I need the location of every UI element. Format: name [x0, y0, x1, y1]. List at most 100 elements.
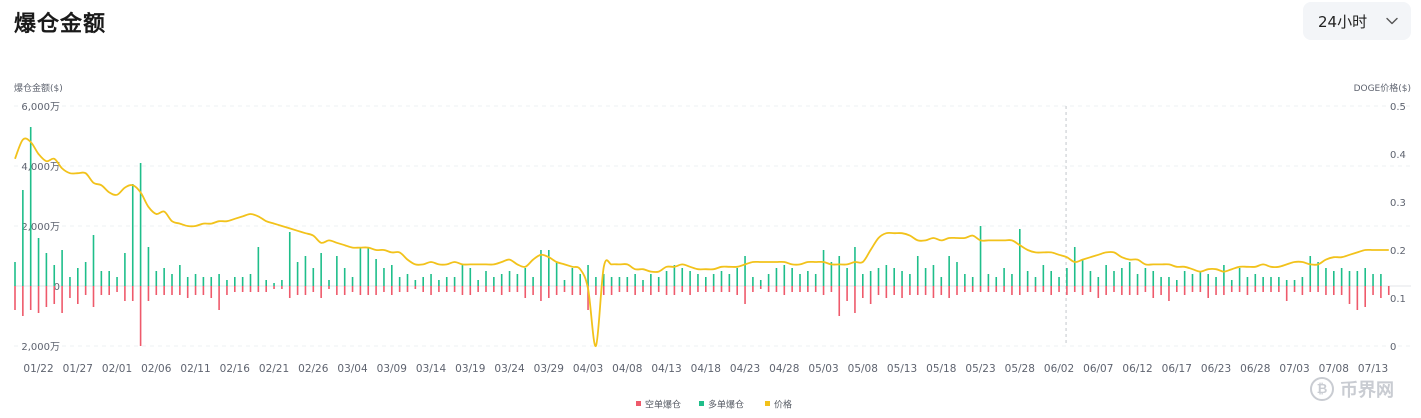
short-liquidation-bar	[445, 286, 448, 292]
x-tick-label: 05/18	[926, 363, 956, 375]
short-liquidation-bar	[359, 286, 362, 295]
short-liquidation-bar	[1340, 286, 1343, 295]
long-liquidation-bar	[1019, 229, 1021, 286]
short-liquidation-bar	[744, 286, 746, 304]
x-tick-label: 03/19	[455, 363, 485, 375]
y-axis-title: 爆仓金额($)	[14, 82, 63, 94]
long-liquidation-bar	[971, 277, 974, 286]
long-liquidation-bar	[618, 277, 621, 286]
short-liquidation-bar	[1058, 286, 1060, 292]
long-liquidation-bar	[532, 277, 534, 286]
long-liquidation-bar	[610, 277, 613, 286]
short-liquidation-bar	[343, 286, 346, 295]
long-liquidation-bar	[422, 277, 424, 286]
short-liquidation-bar	[948, 286, 950, 298]
short-liquidation-bar	[1262, 286, 1264, 292]
short-liquidation-bar	[116, 286, 118, 292]
short-liquidation-bar	[398, 286, 401, 292]
short-liquidation-bar	[916, 286, 919, 295]
short-liquidation-bar	[532, 286, 534, 295]
long-liquidation-bar	[924, 268, 927, 286]
long-liquidation-bar	[1238, 268, 1241, 286]
long-liquidation-bar	[116, 277, 118, 286]
short-liquidation-bar	[971, 286, 974, 292]
x-tick-label: 06/07	[1083, 363, 1113, 375]
short-liquidation-bar	[579, 286, 581, 295]
short-liquidation-bar	[799, 286, 801, 292]
short-liquidation-bar	[1223, 286, 1225, 295]
short-liquidation-bar	[1121, 286, 1123, 295]
short-liquidation-bar	[53, 286, 56, 304]
long-liquidation-bar	[752, 277, 754, 286]
short-liquidation-bar	[516, 286, 519, 292]
long-liquidation-bar	[210, 277, 213, 286]
x-tick-label: 07/08	[1319, 363, 1349, 375]
short-liquidation-bar	[642, 286, 644, 292]
long-liquidation-bar	[14, 262, 16, 286]
short-liquidation-bar	[226, 286, 228, 295]
short-liquidation-bar	[163, 286, 165, 295]
short-liquidation-bar	[846, 286, 848, 301]
x-tick-label: 02/06	[141, 363, 172, 375]
short-liquidation-bar	[108, 286, 110, 295]
y2-tick-label: 0.2	[1390, 246, 1406, 257]
long-liquidation-bar	[1050, 271, 1052, 286]
short-liquidation-bar	[1011, 286, 1013, 295]
price-line	[14, 137, 1389, 347]
long-liquidation-bar	[516, 274, 519, 286]
long-liquidation-bar	[406, 274, 409, 286]
long-liquidation-bar	[626, 277, 629, 286]
long-liquidation-bar	[1309, 256, 1312, 286]
long-liquidation-bar	[375, 259, 377, 286]
long-liquidation-bar	[642, 280, 644, 286]
long-liquidation-bar	[1262, 277, 1264, 286]
short-liquidation-bar	[155, 286, 158, 295]
short-liquidation-bar	[171, 286, 173, 295]
short-liquidation-bar	[869, 286, 872, 304]
short-liquidation-bar	[14, 286, 16, 310]
short-liquidation-bar	[901, 286, 903, 298]
long-liquidation-bar	[1089, 271, 1092, 286]
long-liquidation-bar	[351, 277, 354, 286]
long-liquidation-bar	[995, 277, 998, 286]
long-liquidation-bar	[563, 280, 566, 286]
x-tick-label: 02/26	[298, 363, 329, 375]
short-liquidation-bar	[1356, 286, 1359, 310]
short-liquidation-bar	[1105, 286, 1107, 295]
long-liquidation-bar	[893, 268, 895, 286]
short-liquidation-bar	[351, 286, 354, 292]
short-liquidation-bar	[1050, 286, 1052, 295]
short-liquidation-bar	[493, 286, 495, 292]
long-liquidation-bar	[1340, 268, 1343, 286]
long-liquidation-bar	[1144, 268, 1147, 286]
short-liquidation-bar	[885, 286, 888, 298]
short-liquidation-bar	[485, 286, 487, 292]
short-liquidation-bar	[1293, 286, 1296, 292]
long-liquidation-bar	[477, 280, 479, 286]
short-liquidation-bar	[705, 286, 707, 292]
long-liquidation-bar	[171, 274, 173, 286]
long-liquidation-bar	[147, 247, 150, 286]
long-liquidation-bar	[689, 271, 691, 286]
short-liquidation-bar	[461, 286, 464, 295]
long-liquidation-bar	[367, 247, 370, 286]
y2-tick-label: 0.4	[1390, 150, 1406, 161]
long-liquidation-bar	[53, 265, 56, 286]
short-liquidation-bar	[234, 286, 236, 292]
long-liquidation-bar	[814, 274, 817, 286]
short-liquidation-bar	[288, 286, 291, 298]
short-liquidation-bar	[1364, 286, 1366, 307]
short-liquidation-bar	[1026, 286, 1029, 292]
long-liquidation-bar	[524, 268, 527, 286]
long-liquidation-bar	[241, 277, 244, 286]
long-liquidation-bar	[579, 274, 581, 286]
short-liquidation-bar	[281, 286, 283, 289]
long-liquidation-bar	[783, 265, 786, 286]
long-liquidation-bar	[838, 256, 841, 286]
long-liquidation-bar	[673, 265, 676, 286]
x-tick-label: 04/28	[769, 363, 799, 375]
short-liquidation-bar	[909, 286, 911, 295]
short-liquidation-bar	[179, 286, 181, 295]
long-liquidation-bar	[1026, 271, 1029, 286]
legend-swatch	[636, 401, 641, 406]
